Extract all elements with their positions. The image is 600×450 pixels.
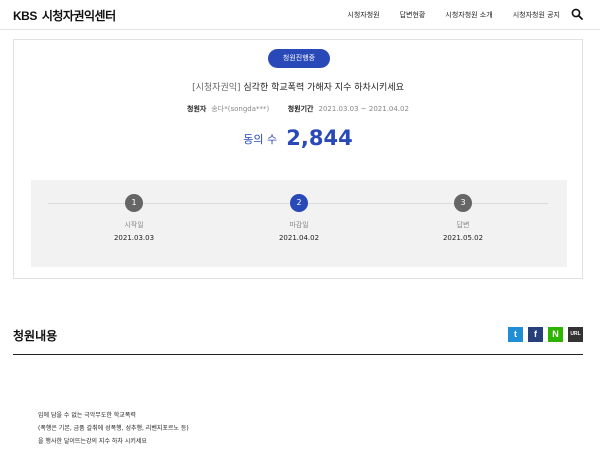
agree-count-block: 동의 수 2,844	[14, 126, 582, 150]
body-line: 을 행사한 달이뜨는강의 지수 하차 시키세요	[38, 438, 147, 445]
naver-share-icon[interactable]: N	[548, 327, 563, 342]
step-date: 2021.03.03	[113, 234, 155, 242]
step-label: 답변	[456, 221, 470, 229]
period-label: 청원기간	[287, 105, 314, 113]
petition-summary: 청원진행중 [시청자권익] 심각한 학교폭력 가해자 지수 하차시키세요 청원자…	[13, 39, 583, 279]
petition-category: [시청자권익]	[192, 83, 241, 93]
search-icon[interactable]	[571, 8, 583, 20]
kbs-logo-mark: KBS	[13, 8, 37, 23]
petitioner-label: 청원자	[187, 105, 207, 113]
twitter-share-icon[interactable]: t	[508, 327, 523, 342]
logo-title: 시청자권익센터	[41, 9, 116, 23]
timeline-step-deadline: 2 마감일 2021.04.02	[259, 194, 339, 242]
petition-timeline: 1 시작일 2021.03.03 2 마감일 2021.04.02 3 답변 2…	[31, 180, 567, 267]
agree-count: 2,844	[286, 126, 353, 150]
main-nav: 시청자청원 답변현황 시청자청원 소개 시청자청원 공지	[327, 10, 560, 20]
petition-title: [시청자권익] 심각한 학교폭력 가해자 지수 하차시키세요	[14, 80, 582, 93]
step-label: 마감일	[289, 221, 309, 229]
body-line: (폭행은 기본, 금품 갈취에 성폭행, 성추행, 리벤지포르노 등)	[38, 425, 189, 432]
petition-body: 입에 담을 수 없는 극악무도한 학교폭력 (폭행은 기본, 금품 갈취에 성폭…	[38, 409, 189, 448]
step-number: 2	[290, 194, 308, 212]
timeline-step-answer: 3 답변 2021.05.02	[423, 194, 503, 242]
share-buttons: t f N URL	[508, 327, 583, 342]
nav-item-about[interactable]: 시청자청원 소개	[445, 10, 492, 20]
facebook-share-icon[interactable]: f	[528, 327, 543, 342]
step-date: 2021.04.02	[278, 234, 320, 242]
top-header: KBS 시청자권익센터 시청자청원 답변현황 시청자청원 소개 시청자청원 공지	[0, 0, 600, 30]
body-line: 입에 담을 수 없는 극악무도한 학교폭력	[38, 412, 136, 419]
step-number: 3	[454, 194, 472, 212]
step-date: 2021.05.02	[442, 234, 484, 242]
step-label: 시작일	[124, 221, 144, 229]
period-value: 2021.03.03 ~ 2021.04.02	[318, 105, 409, 113]
site-logo[interactable]: KBS 시청자권익센터	[13, 7, 116, 24]
timeline-step-start: 1 시작일 2021.03.03	[94, 194, 174, 242]
petition-meta: 청원자 송다*(songda***) 청원기간 2021.03.03 ~ 2021.…	[14, 104, 582, 114]
petition-title-text: 심각한 학교폭력 가해자 지수 하차시키세요	[243, 83, 404, 93]
petitioner-value: 송다*(songda***)	[211, 105, 270, 113]
url-copy-icon[interactable]: URL	[568, 327, 583, 342]
section-divider	[13, 354, 583, 355]
step-number: 1	[125, 194, 143, 212]
status-badge: 청원진행중	[268, 49, 330, 68]
nav-item-petitions[interactable]: 시청자청원	[347, 10, 379, 20]
nav-item-notice[interactable]: 시청자청원 공지	[513, 10, 560, 20]
section-title: 청원내용	[13, 329, 58, 343]
agree-label: 동의 수	[243, 133, 278, 146]
nav-item-answers[interactable]: 답변현황	[400, 10, 426, 20]
